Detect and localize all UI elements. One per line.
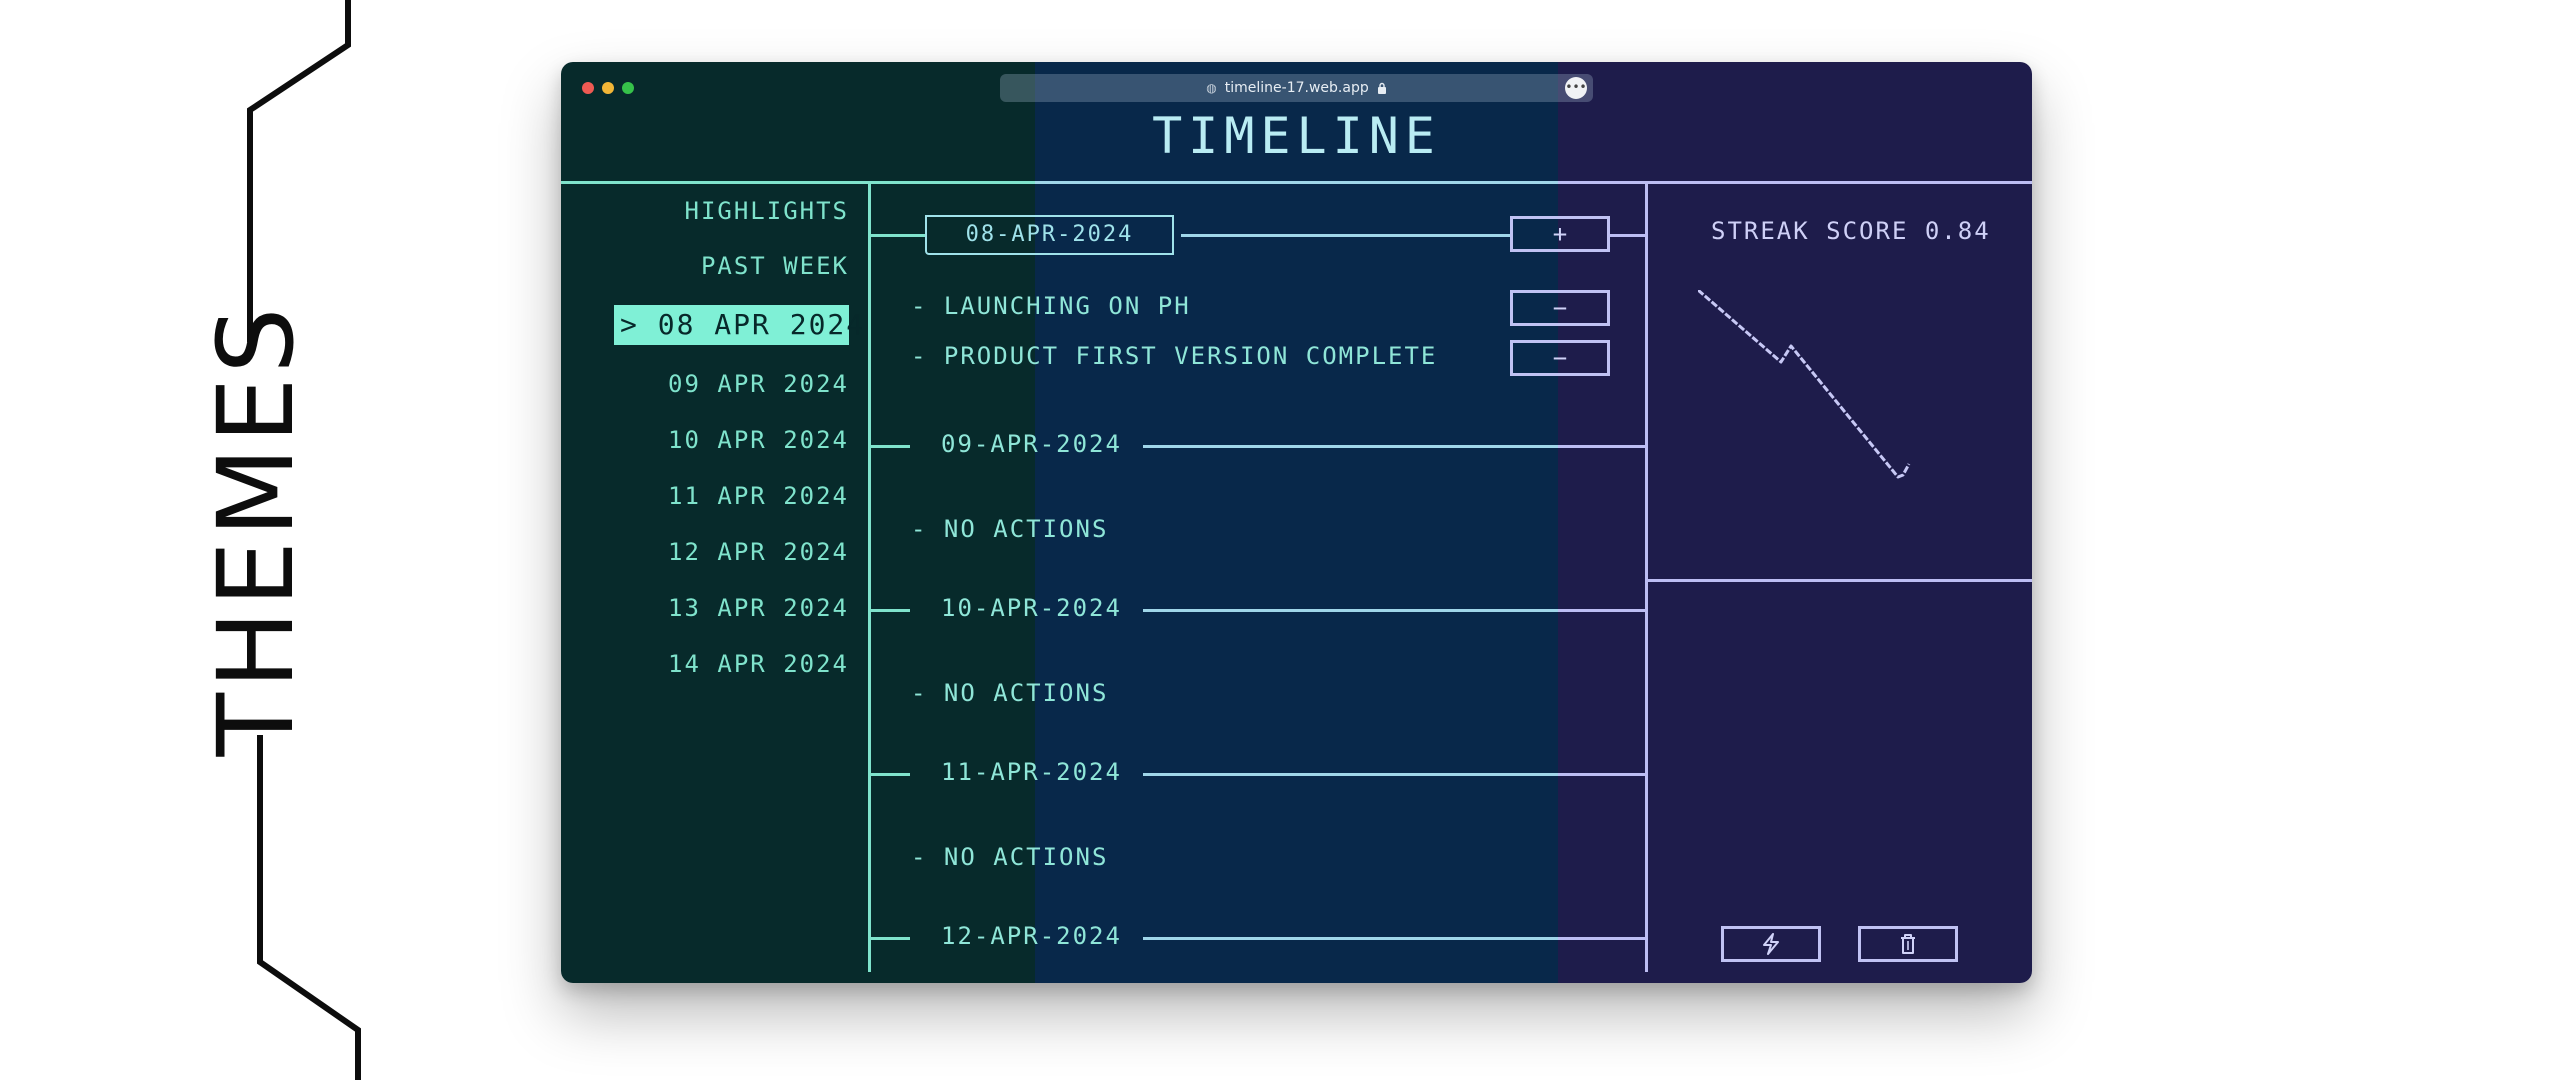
- nav-past-week[interactable]: PAST WEEK: [701, 252, 849, 280]
- more-icon[interactable]: •••: [1565, 77, 1587, 99]
- themes-title: THEMES: [195, 303, 317, 757]
- panel-blue: [1035, 62, 1558, 983]
- bolt-icon: [1763, 933, 1779, 955]
- timeline-connector: [1143, 609, 1558, 612]
- streak-sparkline: [1698, 290, 1911, 479]
- browser-window: ◍ timeline-17.web.app ••• TIMELINE HIGHL…: [561, 62, 2032, 983]
- nav-date[interactable]: 14 APR 2024: [668, 650, 849, 678]
- nav-date[interactable]: 11 APR 2024: [668, 482, 849, 510]
- action-item: - LAUNCHING ON PH: [911, 292, 1191, 320]
- lock-icon: [1377, 82, 1386, 94]
- timeline-date: 09-APR-2024: [941, 430, 1122, 458]
- timeline-connector: [870, 937, 910, 940]
- globe-icon: ◍: [1206, 81, 1217, 95]
- remove-action-button[interactable]: −: [1510, 290, 1610, 326]
- timeline-connector: [1143, 937, 1558, 940]
- add-action-button[interactable]: +: [1510, 216, 1610, 252]
- side-panel-split: [1647, 579, 2032, 582]
- nav-date[interactable]: 13 APR 2024: [668, 594, 849, 622]
- streak-score-label: STREAK SCORE 0.84: [1711, 217, 1991, 245]
- header-divider: [1558, 181, 2032, 184]
- trash-icon: [1901, 934, 1915, 954]
- action-item: - PRODUCT FIRST VERSION COMPLETE: [911, 342, 1438, 370]
- nav-date[interactable]: 10 APR 2024: [668, 426, 849, 454]
- timeline-connector: [870, 609, 910, 612]
- side-panel-divider: [1645, 182, 1648, 972]
- timeline-connector: [1143, 445, 1558, 448]
- timeline-connector: [1181, 234, 1510, 237]
- nav-highlights[interactable]: HIGHLIGHTS: [685, 197, 850, 225]
- action-item: - NO ACTIONS: [911, 515, 1109, 543]
- timeline-connector: [1558, 609, 1647, 612]
- url-text: timeline-17.web.app: [1224, 80, 1369, 96]
- header-divider: [1035, 181, 1558, 184]
- action-item: - NO ACTIONS: [911, 843, 1109, 871]
- nav-active-date[interactable]: > 08 APR 2024: [614, 305, 863, 345]
- timeline-connector: [1143, 773, 1558, 776]
- timeline-connector: [870, 445, 910, 448]
- action-item: - NO ACTIONS: [911, 679, 1109, 707]
- timeline-connector: [1558, 445, 1647, 448]
- timeline-connector: [1558, 937, 1647, 940]
- delete-button[interactable]: [1858, 926, 1958, 962]
- timeline-connector: [870, 234, 925, 237]
- timeline-connector: [1558, 773, 1647, 776]
- bolt-button[interactable]: [1721, 926, 1821, 962]
- timeline-date: 12-APR-2024: [941, 922, 1122, 950]
- timeline-date: 10-APR-2024: [941, 594, 1122, 622]
- address-bar[interactable]: ◍ timeline-17.web.app: [1000, 74, 1593, 102]
- nav-divider: [868, 182, 871, 972]
- timeline-connector: [1610, 234, 1647, 237]
- date-navigation: HIGHLIGHTS PAST WEEK > 08 APR 2024 09 AP…: [561, 62, 863, 983]
- remove-action-button[interactable]: −: [1510, 340, 1610, 376]
- timeline-date: 11-APR-2024: [941, 758, 1122, 786]
- selected-date-label: 08-APR-2024: [925, 215, 1174, 255]
- panel-purple: [1558, 62, 2032, 983]
- nav-date[interactable]: 09 APR 2024: [668, 370, 849, 398]
- nav-date[interactable]: 12 APR 2024: [668, 538, 849, 566]
- timeline-connector: [870, 773, 910, 776]
